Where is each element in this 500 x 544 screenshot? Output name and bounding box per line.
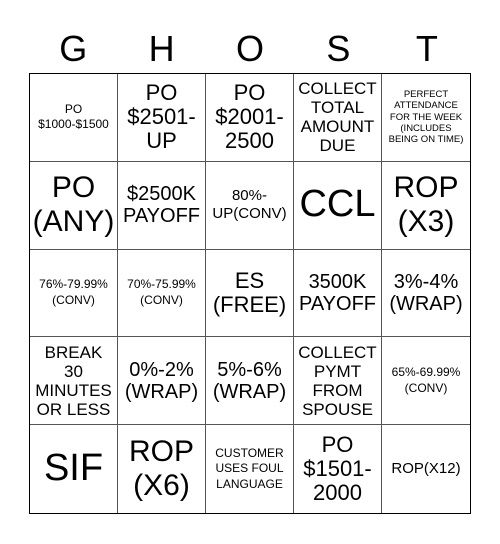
cell-text: CUSTOMER USES FOUL LANGUAGE [215,445,284,491]
bingo-cell[interactable]: ROP(X12) [382,425,470,513]
bingo-cell[interactable]: BREAK 30 MINUTES OR LESS [30,337,118,426]
header-letter-s: S [326,28,351,69]
bingo-cell[interactable]: CUSTOMER USES FOUL LANGUAGE [206,425,294,513]
cell-text: PO $1000-$1500 [38,101,109,132]
bingo-cell[interactable]: CCL [294,161,382,250]
header-letter-t: T [415,28,438,69]
bingo-cell[interactable]: PO $1501- 2000 [294,425,382,513]
bingo-cell[interactable]: SIF [30,425,118,513]
cell-text: PO $2501- UP [127,80,196,154]
bingo-cell[interactable]: 80%- UP(CONV) [206,161,294,250]
bingo-cell[interactable]: ROP (X3) [382,162,470,250]
cell-text: 65%-69.99% (CONV) [391,365,461,395]
cell-text: ES (FREE) [212,267,287,317]
bingo-cell[interactable]: PO $2501- UP [118,74,206,162]
cell-text: 76%-79.99% (CONV) [39,277,108,307]
bingo-cell[interactable]: 0%-2% (WRAP) [118,337,206,426]
cell-text: 3%-4% (WRAP) [389,270,463,315]
cell-text: PERFECT ATTENDANCE FOR THE WEEK (INCLUDE… [388,88,464,146]
header-letter-h: H [148,28,175,69]
header-letter-o: O [236,28,265,69]
bingo-cell[interactable]: COLLECT PYMT FROM SPOUSE [294,337,382,426]
cell-text: CCL [299,183,376,226]
cell-text: 0%-2% (WRAP) [124,358,199,403]
bingo-cell[interactable]: PO $1000-$1500 [30,74,118,162]
cell-text: 5%-6% (WRAP) [212,358,287,403]
cell-text: ROP(X12) [391,460,461,478]
cell-text: COLLECT PYMT FROM SPOUSE [298,342,377,419]
cell-text: BREAK 30 MINUTES OR LESS [35,342,112,419]
bingo-cell[interactable]: 3%-4% (WRAP) [382,250,470,338]
cell-text: PO $1501- 2000 [303,431,372,506]
cell-text: $2500K PAYOFF [122,183,201,228]
bingo-header: G H O S T [29,24,471,74]
cell-text: PO (ANY) [32,170,115,239]
bingo-cell[interactable]: ROP (X6) [118,425,206,513]
bingo-cell[interactable]: 76%-79.99% (CONV) [30,249,118,338]
header-letter-g: G [59,28,88,69]
bingo-cell[interactable]: $2500K PAYOFF [118,161,206,250]
cell-text: 70%-75.99% (CONV) [127,277,196,307]
bingo-cell[interactable]: 70%-75.99% (CONV) [118,249,206,338]
cell-text: COLLECT TOTAL AMOUNT DUE [298,79,377,156]
bingo-cell[interactable]: COLLECT TOTAL AMOUNT DUE [294,74,382,162]
bingo-cell[interactable]: 65%-69.99% (CONV) [382,337,470,426]
bingo-cell[interactable]: 5%-6% (WRAP) [206,337,294,426]
cell-text: 3500K PAYOFF [298,270,377,315]
cell-text: 80%- UP(CONV) [212,187,287,223]
bingo-cell[interactable]: PERFECT ATTENDANCE FOR THE WEEK (INCLUDE… [382,74,470,162]
cell-text: ROP (X3) [393,170,459,239]
cell-text: ROP (X6) [128,434,194,503]
cell-text: PO $2001- 2500 [215,80,284,154]
bingo-board: PO $1000-$1500 PO $2501- UP PO $2001- 25… [29,73,471,514]
bingo-cell[interactable]: 3500K PAYOFF [294,249,382,338]
bingo-cell[interactable]: PO (ANY) [30,161,118,250]
bingo-cell[interactable]: PO $2001- 2500 [206,74,294,162]
cell-text: SIF [43,447,104,490]
bingo-cell[interactable]: ES (FREE) [206,249,294,338]
